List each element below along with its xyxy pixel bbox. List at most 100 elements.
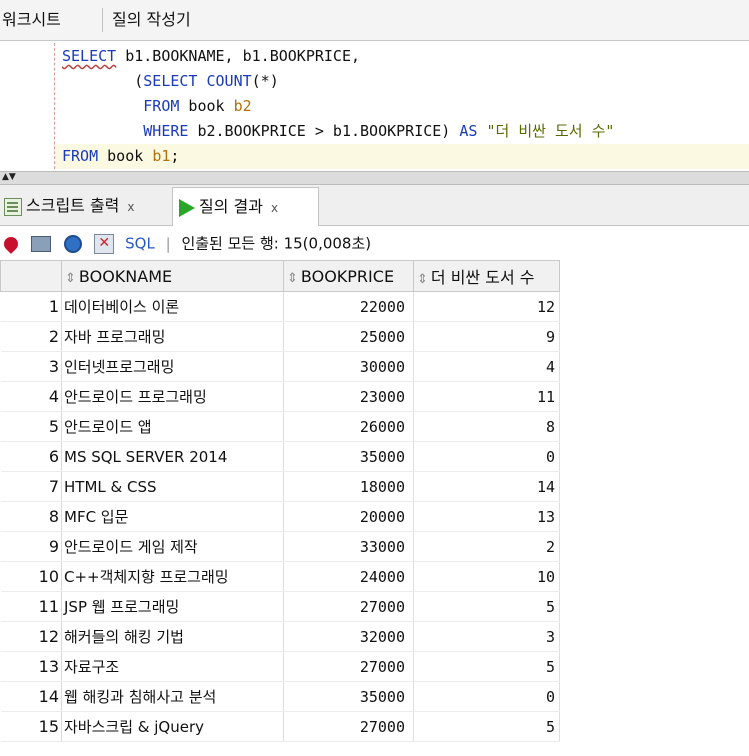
- sort-icon[interactable]: ⇕: [65, 271, 76, 286]
- cell-pricier-count[interactable]: 5: [413, 651, 560, 682]
- table-row[interactable]: 14 웹 해킹과 침해사고 분석 35000 0: [0, 681, 560, 712]
- table-row[interactable]: 9 안드로이드 게임 제작 33000 2: [0, 531, 560, 562]
- cell-pricier-count[interactable]: 9: [413, 321, 560, 352]
- cell-bookprice[interactable]: 22000: [283, 291, 414, 322]
- tab-worksheet[interactable]: 워크시트: [0, 0, 104, 40]
- refresh-icon[interactable]: [63, 234, 82, 253]
- tab-query-result[interactable]: 질의 결과 x: [172, 187, 319, 226]
- sql-line[interactable]: FROM book b1;: [62, 144, 614, 169]
- close-tab-icon[interactable]: x: [127, 200, 134, 214]
- row-number[interactable]: 13: [0, 651, 62, 682]
- table-row[interactable]: 7 HTML & CSS 18000 14: [0, 471, 560, 502]
- cell-bookname[interactable]: C++객체지향 프로그래밍: [61, 561, 284, 592]
- table-row[interactable]: 2 자바 프로그래밍 25000 9: [0, 321, 560, 352]
- print-icon[interactable]: [30, 235, 51, 252]
- cell-bookname[interactable]: 데이터베이스 이론: [61, 291, 284, 322]
- cell-pricier-count[interactable]: 0: [413, 681, 560, 712]
- row-number[interactable]: 4: [0, 381, 62, 412]
- table-row[interactable]: 13 자료구조 27000 5: [0, 651, 560, 682]
- table-row[interactable]: 10 C++객체지향 프로그래밍 24000 10: [0, 561, 560, 592]
- cell-pricier-count[interactable]: 5: [413, 711, 560, 742]
- cell-bookname[interactable]: HTML & CSS: [61, 471, 284, 502]
- cell-bookprice[interactable]: 23000: [283, 381, 414, 412]
- table-row[interactable]: 3 인터넷프로그래밍 30000 4: [0, 351, 560, 382]
- row-number[interactable]: 11: [0, 591, 62, 622]
- row-number[interactable]: 3: [0, 351, 62, 382]
- row-number[interactable]: 9: [0, 531, 62, 562]
- cell-bookprice[interactable]: 18000: [283, 471, 414, 502]
- cell-bookname[interactable]: 안드로이드 게임 제작: [61, 531, 284, 562]
- table-row[interactable]: 15 자바스크립 & jQuery 27000 5: [0, 711, 560, 742]
- cell-bookname[interactable]: 인터넷프로그래밍: [61, 351, 284, 382]
- cell-bookprice[interactable]: 25000: [283, 321, 414, 352]
- table-row[interactable]: 4 안드로이드 프로그래밍 23000 11: [0, 381, 560, 412]
- cell-bookname[interactable]: 웹 해킹과 침해사고 분석: [61, 681, 284, 712]
- table-row[interactable]: 8 MFC 입문 20000 13: [0, 501, 560, 532]
- freeze-pin-icon[interactable]: [1, 233, 21, 254]
- column-header-bookname[interactable]: ⇕ BOOKNAME: [61, 260, 284, 292]
- cell-bookname[interactable]: 자바 프로그래밍: [61, 321, 284, 352]
- cell-pricier-count[interactable]: 4: [413, 351, 560, 382]
- row-number[interactable]: 2: [0, 321, 62, 352]
- row-number[interactable]: 10: [0, 561, 62, 592]
- sort-icon[interactable]: ⇕: [417, 272, 428, 287]
- cell-bookname[interactable]: JSP 웹 프로그래밍: [61, 591, 284, 622]
- cell-bookprice[interactable]: 20000: [283, 501, 414, 532]
- table-row[interactable]: 11 JSP 웹 프로그래밍 27000 5: [0, 591, 560, 622]
- cell-pricier-count[interactable]: 11: [413, 381, 560, 412]
- sql-code[interactable]: SELECT b1.BOOKNAME, b1.BOOKPRICE, (SELEC…: [62, 44, 614, 169]
- table-row[interactable]: 12 해커들의 해킹 기법 32000 3: [0, 621, 560, 652]
- sql-line[interactable]: FROM book b2: [62, 94, 614, 119]
- cell-bookprice[interactable]: 35000: [283, 441, 414, 472]
- cell-pricier-count[interactable]: 13: [413, 501, 560, 532]
- sql-line[interactable]: SELECT b1.BOOKNAME, b1.BOOKPRICE,: [62, 44, 614, 69]
- cell-bookprice[interactable]: 24000: [283, 561, 414, 592]
- table-row[interactable]: 1 데이터베이스 이론 22000 12: [0, 291, 560, 322]
- result-grid[interactable]: ⇕ BOOKNAME ⇕ BOOKPRICE ⇕ 더 비싼 도서 수 1 데이터베이스 …: [0, 260, 749, 756]
- row-number[interactable]: 5: [0, 411, 62, 442]
- cell-bookname[interactable]: MS SQL SERVER 2014: [61, 441, 284, 472]
- sql-line[interactable]: (SELECT COUNT(*): [62, 69, 614, 94]
- cell-pricier-count[interactable]: 5: [413, 591, 560, 622]
- row-number[interactable]: 6: [0, 441, 62, 472]
- column-header-bookprice[interactable]: ⇕ BOOKPRICE: [283, 260, 414, 292]
- row-number[interactable]: 1: [0, 291, 62, 322]
- cell-pricier-count[interactable]: 0: [413, 441, 560, 472]
- close-tab-icon[interactable]: x: [271, 201, 278, 215]
- row-number[interactable]: 8: [0, 501, 62, 532]
- sql-editor[interactable]: SELECT b1.BOOKNAME, b1.BOOKPRICE, (SELEC…: [0, 41, 749, 171]
- cell-bookname[interactable]: MFC 입문: [61, 501, 284, 532]
- sql-button[interactable]: SQL: [125, 235, 155, 253]
- cell-bookprice[interactable]: 27000: [283, 711, 414, 742]
- cell-bookname[interactable]: 안드로이드 앱: [61, 411, 284, 442]
- row-number[interactable]: 15: [0, 711, 62, 742]
- cell-pricier-count[interactable]: 3: [413, 621, 560, 652]
- cell-pricier-count[interactable]: 8: [413, 411, 560, 442]
- cell-bookprice[interactable]: 30000: [283, 351, 414, 382]
- tab-query-builder[interactable]: 질의 작성기: [112, 0, 191, 40]
- splitter-arrows-icon[interactable]: ▲▼: [2, 172, 16, 182]
- cell-bookprice[interactable]: 33000: [283, 531, 414, 562]
- cell-bookprice[interactable]: 26000: [283, 411, 414, 442]
- cell-pricier-count[interactable]: 2: [413, 531, 560, 562]
- cell-bookname[interactable]: 안드로이드 프로그래밍: [61, 381, 284, 412]
- row-number[interactable]: 7: [0, 471, 62, 502]
- row-number[interactable]: 12: [0, 621, 62, 652]
- cell-bookname[interactable]: 자바스크립 & jQuery: [61, 711, 284, 742]
- cell-bookname[interactable]: 해커들의 해킹 기법: [61, 621, 284, 652]
- column-header-pricier-count[interactable]: ⇕ 더 비싼 도서 수: [413, 260, 560, 292]
- cell-bookprice[interactable]: 32000: [283, 621, 414, 652]
- row-number[interactable]: 14: [0, 681, 62, 712]
- cell-bookprice[interactable]: 35000: [283, 681, 414, 712]
- table-row[interactable]: 6 MS SQL SERVER 2014 35000 0: [0, 441, 560, 472]
- cell-bookprice[interactable]: 27000: [283, 591, 414, 622]
- cell-pricier-count[interactable]: 12: [413, 291, 560, 322]
- sql-line[interactable]: WHERE b2.BOOKPRICE > b1.BOOKPRICE) AS "더…: [62, 119, 614, 144]
- table-row[interactable]: 5 안드로이드 앱 26000 8: [0, 411, 560, 442]
- tab-script-output[interactable]: 스크립트 출력 x: [0, 189, 170, 223]
- cell-bookname[interactable]: 자료구조: [61, 651, 284, 682]
- panel-splitter[interactable]: ▲▼: [0, 171, 749, 185]
- cell-pricier-count[interactable]: 10: [413, 561, 560, 592]
- cell-pricier-count[interactable]: 14: [413, 471, 560, 502]
- cell-bookprice[interactable]: 27000: [283, 651, 414, 682]
